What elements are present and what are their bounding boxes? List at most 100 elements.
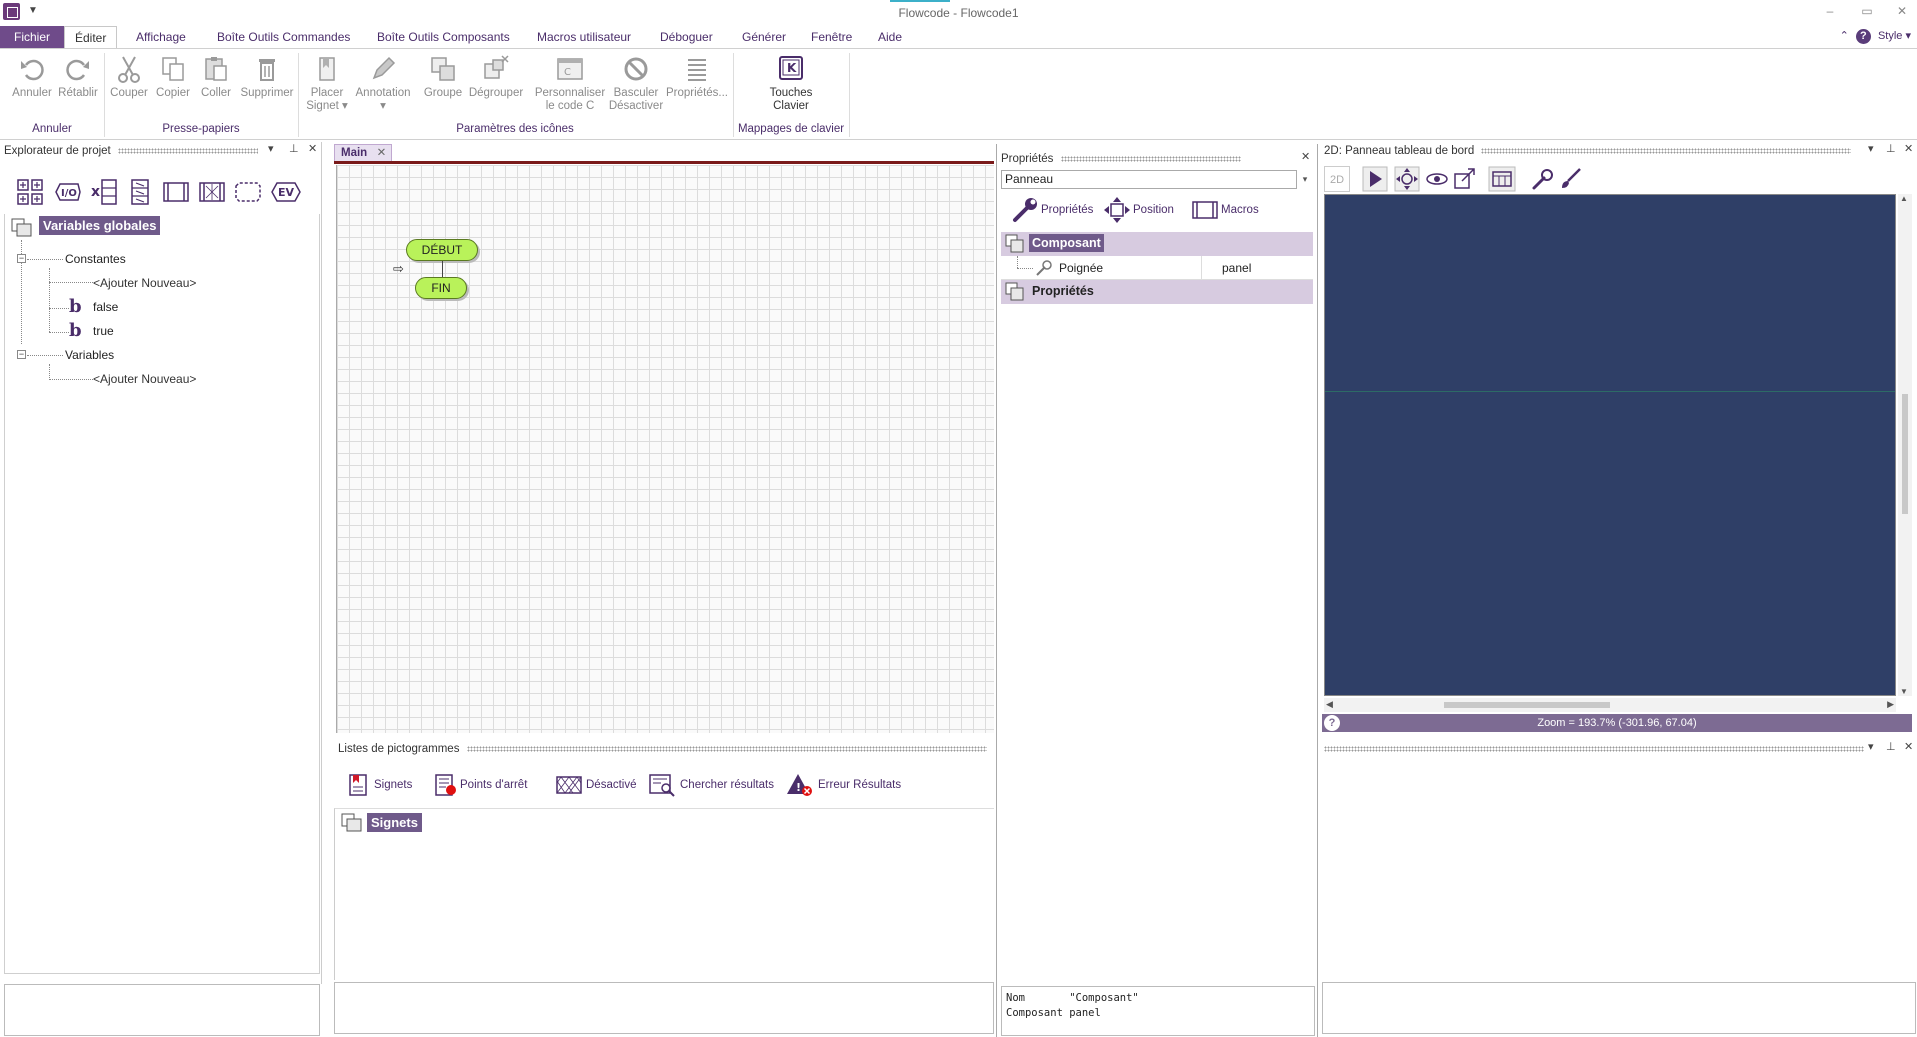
add-new-constant[interactable]: <Ajouter Nouveau> (93, 276, 196, 290)
properties-close-icon[interactable]: ✕ (1301, 150, 1310, 163)
explorer-pin-icon[interactable]: ⊥ (289, 142, 299, 155)
ports-pattern-icon[interactable] (198, 178, 226, 206)
undo-button[interactable]: Annuler (8, 55, 56, 100)
horizontal-scroll-thumb[interactable] (1444, 702, 1610, 708)
panel2d-close-icon[interactable]: ✕ (1904, 142, 1913, 155)
tab-editer[interactable]: Éditer (64, 26, 118, 48)
pointer-icon[interactable] (1362, 166, 1388, 192)
chevron-down-icon[interactable]: ▾ (1297, 170, 1313, 189)
panel-layout-icon[interactable] (1488, 166, 1516, 192)
flowchart-canvas[interactable]: ⇨ DÉBUT FIN (336, 165, 994, 733)
section-component[interactable]: Composant (1001, 232, 1313, 256)
scroll-down-icon[interactable]: ▼ (1900, 687, 1908, 696)
vertical-scrollbar[interactable]: ▲ ▼ (1898, 194, 1912, 696)
variables-collapse-toggle[interactable]: − (17, 350, 26, 359)
tab-boite-outils-commandes[interactable]: Boîte Outils Commandes (207, 26, 360, 48)
customize-c-code-button[interactable]: C Personnaliser le code C (532, 55, 608, 113)
annotation-button[interactable]: Annotation ▾ (352, 55, 414, 113)
drag-grip[interactable] (1481, 147, 1852, 154)
collapse-ribbon-icon[interactable]: ⌃ (1840, 30, 1849, 42)
help-icon[interactable]: ? (1855, 29, 1871, 44)
tab-macros-utilisateur[interactable]: Macros utilisateur (527, 26, 641, 48)
view-2d-button[interactable]: 2D (1324, 166, 1350, 192)
tree-item-false[interactable]: false (93, 300, 118, 314)
tab-macros[interactable]: Macros (1191, 196, 1259, 224)
dashboard-2d-view[interactable] (1324, 194, 1896, 696)
horizontal-scrollbar[interactable]: ◀ ▶ (1324, 698, 1896, 712)
explorer-close-icon[interactable]: ✕ (308, 142, 317, 155)
tab-affichage[interactable]: Affichage (126, 26, 196, 48)
annotation-dropdown-icon[interactable]: ▾ (380, 100, 386, 112)
icon-list-tab-search-results[interactable]: Chercher résultats (648, 772, 774, 798)
close-window-button[interactable]: ✕ (1887, 4, 1917, 18)
tree-item-constants[interactable]: Constantes (65, 252, 126, 266)
tab-aide[interactable]: Aide (868, 26, 912, 48)
scroll-left-icon[interactable]: ◀ (1326, 699, 1333, 710)
paste-button[interactable]: Coller (196, 55, 236, 100)
component-icon[interactable] (234, 178, 262, 206)
redo-button[interactable]: Rétablir (54, 55, 102, 100)
bookmarks-root[interactable]: Signets (367, 813, 422, 832)
cut-button[interactable]: Couper (108, 55, 150, 100)
group-button[interactable]: Groupe (418, 55, 468, 100)
style-dropdown-icon[interactable]: ▾ (1905, 30, 1911, 42)
tab-fichier[interactable]: Fichier (0, 26, 65, 48)
delete-button[interactable]: Supprimer (238, 55, 296, 100)
flowchart-start-node[interactable]: DÉBUT (406, 239, 478, 261)
drag-grip[interactable] (466, 745, 987, 752)
brush-icon[interactable] (1558, 166, 1584, 192)
minimize-button[interactable]: ‒ (1815, 4, 1845, 18)
close-tab-icon[interactable]: ✕ (377, 145, 387, 161)
rotate-icon[interactable] (1424, 166, 1450, 192)
macro-block-icon[interactable] (162, 178, 190, 206)
drag-grip[interactable] (117, 147, 258, 154)
variable-icon[interactable]: x (90, 178, 118, 206)
tab-main[interactable]: Main ✕ (334, 144, 393, 161)
restore-button[interactable]: ▭ (1852, 4, 1882, 18)
icon-properties-button[interactable]: Propriétés... (664, 55, 730, 100)
explorer-dropdown-icon[interactable]: ▾ (268, 142, 274, 155)
tab-boite-outils-composants[interactable]: Boîte Outils Composants (367, 26, 520, 48)
tree-item-true[interactable]: true (93, 324, 114, 338)
tab-generer[interactable]: Générer (732, 26, 796, 48)
drag-grip[interactable] (1324, 745, 1864, 752)
tab-deboguer[interactable]: Déboguer (650, 26, 723, 48)
scroll-up-icon[interactable]: ▲ (1900, 194, 1908, 203)
add-new-variable[interactable]: <Ajouter Nouveau> (93, 372, 196, 386)
keyboard-keys-button[interactable]: K Touches Clavier (748, 55, 834, 113)
icon-list-tab-error-results[interactable]: ! Erreur Résultats (786, 772, 901, 798)
io-ports-icon[interactable]: I/O (54, 178, 82, 206)
vertical-scroll-thumb[interactable] (1902, 394, 1908, 514)
place-bookmark-button[interactable]: Placer Signet ▾ (302, 55, 352, 113)
copy-button[interactable]: Copier (152, 55, 194, 100)
array-icon[interactable] (126, 178, 154, 206)
drag-grip[interactable] (1060, 155, 1241, 162)
flowchart-end-node[interactable]: FIN (415, 277, 467, 299)
scale-icon[interactable] (1452, 166, 1478, 192)
events-icon[interactable]: EV (270, 178, 302, 206)
property-value[interactable]: panel (1201, 256, 1313, 280)
toggle-disable-button[interactable]: Basculer Désactiver (606, 55, 666, 113)
grid-view-icon[interactable] (16, 178, 44, 206)
lower-right-close-icon[interactable]: ✕ (1904, 740, 1913, 753)
scroll-right-icon[interactable]: ▶ (1887, 699, 1894, 710)
tab-position[interactable]: Position (1103, 196, 1174, 224)
wrench-tool-icon[interactable] (1530, 166, 1556, 192)
style-menu[interactable]: Style (1878, 30, 1902, 42)
help-icon[interactable]: ? (1324, 715, 1340, 731)
icon-list-tab-disabled[interactable]: Désactivé (556, 772, 637, 798)
icon-list-tab-bookmarks[interactable]: Signets (348, 772, 412, 798)
tab-fenetre[interactable]: Fenêtre (801, 26, 862, 48)
tree-item-variables[interactable]: Variables (65, 348, 114, 362)
lower-right-pin-icon[interactable]: ⊥ (1886, 740, 1896, 753)
icon-list-tab-breakpoints[interactable]: Points d'arrêt (434, 772, 527, 798)
property-row-handle[interactable]: Poignée panel (1001, 256, 1313, 280)
ungroup-button[interactable]: Dégrouper (466, 55, 526, 100)
panel2d-dropdown-icon[interactable]: ▾ (1868, 142, 1874, 155)
tree-root-global-variables[interactable]: Variables globales (39, 216, 161, 235)
component-selector[interactable]: Panneau (1001, 170, 1297, 189)
constants-collapse-toggle[interactable]: − (17, 254, 26, 263)
section-properties[interactable]: Propriétés (1001, 280, 1313, 304)
pan-arrows-icon[interactable] (1394, 166, 1420, 192)
panel2d-pin-icon[interactable]: ⊥ (1886, 142, 1896, 155)
